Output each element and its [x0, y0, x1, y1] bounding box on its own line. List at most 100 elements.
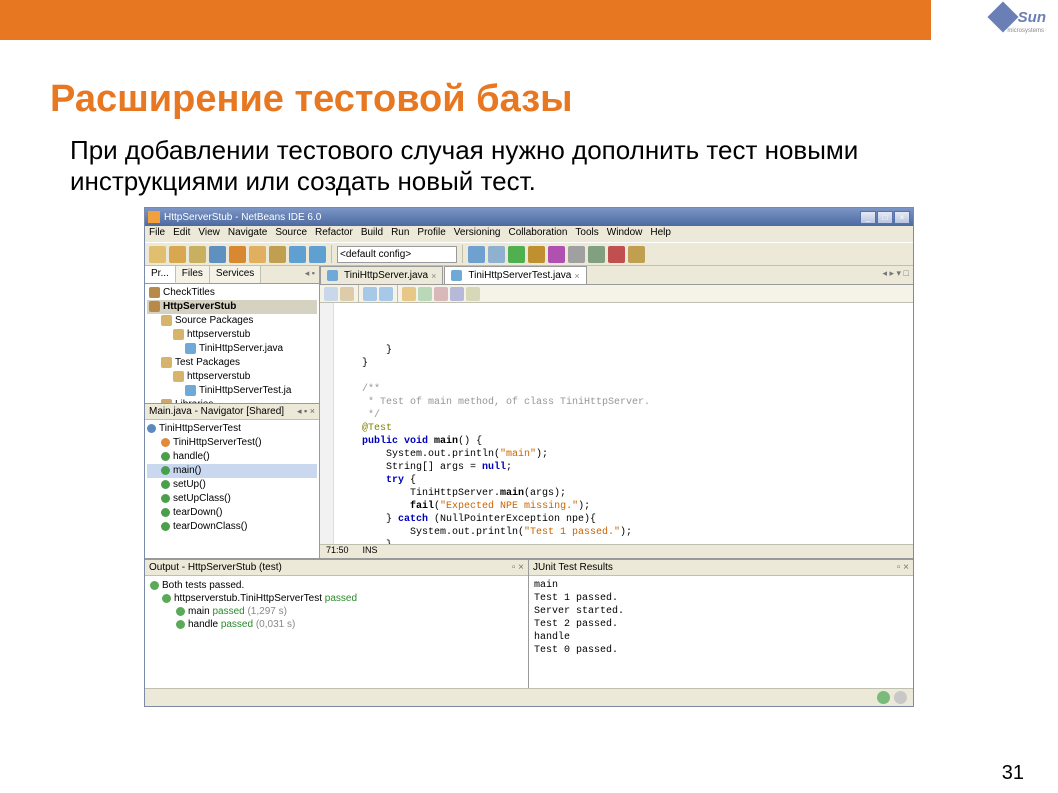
breakpoint-icon[interactable]	[434, 287, 448, 301]
src-view-icon[interactable]	[324, 287, 338, 301]
navigator-item[interactable]: main()	[147, 464, 317, 478]
project-tree-item[interactable]: TiniHttpServerTest.ja	[147, 384, 317, 398]
code-editor[interactable]: } } /** * Test of main method, of class …	[320, 303, 913, 544]
menu-help[interactable]: Help	[650, 227, 671, 241]
navigator-item[interactable]: handle()	[147, 450, 317, 464]
maximize-button[interactable]: □	[877, 211, 893, 224]
menu-build[interactable]: Build	[361, 227, 383, 241]
navigator-item-label[interactable]: setUpClass()	[173, 493, 231, 504]
project-tree-item[interactable]: HttpServerStub	[147, 300, 317, 314]
junit-panel-body[interactable]: mainTest 1 passed.Server started.Test 2 …	[529, 576, 913, 688]
menu-tools[interactable]: Tools	[575, 227, 598, 241]
navigator-item[interactable]: tearDown()	[147, 506, 317, 520]
tree-node-label[interactable]: TiniHttpServerTest.ja	[199, 385, 291, 396]
output-close-icon[interactable]: ▫ ×	[512, 562, 524, 573]
redo-icon[interactable]	[309, 246, 326, 263]
projects-tab-services[interactable]: Services	[210, 266, 261, 283]
editor-tab[interactable]: TiniHttpServerTest.java×	[444, 266, 586, 284]
copy-icon[interactable]	[249, 246, 266, 263]
menu-window[interactable]: Window	[607, 227, 643, 241]
project-tree-item[interactable]: httpserverstub	[147, 370, 317, 384]
code-line[interactable]: }	[338, 539, 903, 544]
code-line[interactable]: */	[338, 409, 903, 422]
code-line[interactable]: try {	[338, 474, 903, 487]
projects-tab-pr[interactable]: Pr...	[145, 266, 176, 283]
code-line[interactable]: System.out.println("main");	[338, 448, 903, 461]
menu-collaboration[interactable]: Collaboration	[508, 227, 567, 241]
project-tree-item[interactable]: Test Packages	[147, 356, 317, 370]
output-panel-body[interactable]: Both tests passed.httpserverstub.TiniHtt…	[145, 576, 528, 688]
task-icon[interactable]	[894, 691, 907, 704]
tree-node-label[interactable]: Test Packages	[175, 357, 240, 368]
comment-icon[interactable]	[450, 287, 464, 301]
run-config-select[interactable]	[337, 246, 457, 263]
tree-node-label[interactable]: TiniHttpServer.java	[199, 343, 283, 354]
close-button[interactable]: ×	[894, 211, 910, 224]
attach-icon[interactable]	[568, 246, 585, 263]
find-icon[interactable]	[402, 287, 416, 301]
code-line[interactable]: fail("Expected NPE missing.");	[338, 500, 903, 513]
run-icon[interactable]	[508, 246, 525, 263]
code-line[interactable]: }	[338, 344, 903, 357]
menu-navigate[interactable]: Navigate	[228, 227, 267, 241]
profile-icon[interactable]	[548, 246, 565, 263]
project-tree-item[interactable]: Source Packages	[147, 314, 317, 328]
save-all-icon[interactable]	[209, 246, 226, 263]
tree-node-label[interactable]: httpserverstub	[187, 371, 250, 382]
step-icon[interactable]	[588, 246, 605, 263]
indent-icon[interactable]	[466, 287, 480, 301]
projects-tab-controls[interactable]: ◂ ▪	[301, 266, 319, 283]
navigator-tree[interactable]: TiniHttpServerTestTiniHttpServerTest()ha…	[145, 420, 319, 558]
tree-node-label[interactable]: HttpServerStub	[163, 301, 236, 312]
undo-icon[interactable]	[289, 246, 306, 263]
build-icon[interactable]	[468, 246, 485, 263]
minimize-button[interactable]: _	[860, 211, 876, 224]
project-tree-item[interactable]: httpserverstub	[147, 328, 317, 342]
code-line[interactable]: /**	[338, 383, 903, 396]
forward-icon[interactable]	[379, 287, 393, 301]
menu-refactor[interactable]: Refactor	[315, 227, 353, 241]
code-line[interactable]: }	[338, 357, 903, 370]
code-line[interactable]	[338, 370, 903, 383]
navigator-item-label[interactable]: main()	[173, 465, 201, 476]
debug-icon[interactable]	[528, 246, 545, 263]
project-tree-item[interactable]: TiniHttpServer.java	[147, 342, 317, 356]
navigator-item-label[interactable]: setUp()	[173, 479, 206, 490]
editor-tab-controls[interactable]: ◂ ▸ ▾ □	[879, 266, 914, 284]
code-line[interactable]: } catch (NullPointerException npe){	[338, 513, 903, 526]
tree-node-label[interactable]: Source Packages	[175, 315, 253, 326]
bookmark-icon[interactable]	[418, 287, 432, 301]
code-line[interactable]: System.out.println("Test 1 passed.");	[338, 526, 903, 539]
menu-versioning[interactable]: Versioning	[454, 227, 501, 241]
menu-view[interactable]: View	[198, 227, 220, 241]
tab-close-icon[interactable]: ×	[431, 271, 436, 281]
code-line[interactable]: @Test	[338, 422, 903, 435]
code-line[interactable]: String[] args = null;	[338, 461, 903, 474]
menu-source[interactable]: Source	[275, 227, 307, 241]
menu-run[interactable]: Run	[391, 227, 409, 241]
paste-icon[interactable]	[269, 246, 286, 263]
test-result-row[interactable]: main passed (1,297 s)	[150, 605, 523, 618]
menu-edit[interactable]: Edit	[173, 227, 190, 241]
projects-tab-files[interactable]: Files	[176, 266, 210, 283]
tree-node-label[interactable]: CheckTitles	[163, 287, 215, 298]
window-titlebar[interactable]: HttpServerStub - NetBeans IDE 6.0 _ □ ×	[145, 208, 913, 226]
menu-file[interactable]: File	[149, 227, 165, 241]
test-result-row[interactable]: handle passed (0,031 s)	[150, 618, 523, 631]
cut-icon[interactable]	[229, 246, 246, 263]
code-line[interactable]: * Test of main method, of class TiniHttp…	[338, 396, 903, 409]
projects-tree[interactable]: CheckTitles HttpServerStub Source Packages…	[145, 284, 319, 403]
new-project-icon[interactable]	[169, 246, 186, 263]
navigator-item[interactable]: setUpClass()	[147, 492, 317, 506]
navigator-item[interactable]: TiniHttpServerTest()	[147, 436, 317, 450]
navigator-item-label[interactable]: handle()	[173, 451, 210, 462]
editor-tab[interactable]: TiniHttpServer.java×	[320, 266, 443, 284]
history-icon[interactable]	[340, 287, 354, 301]
navigator-item[interactable]: setUp()	[147, 478, 317, 492]
back-icon[interactable]	[363, 287, 377, 301]
navigator-item[interactable]: tearDownClass()	[147, 520, 317, 534]
junit-close-icon[interactable]: ▫ ×	[897, 562, 909, 573]
project-tree-item[interactable]: CheckTitles	[147, 286, 317, 300]
navigator-controls[interactable]: ◂ ▪ ×	[297, 406, 315, 417]
test-result-row[interactable]: httpserverstub.TiniHttpServerTest passed	[150, 592, 523, 605]
